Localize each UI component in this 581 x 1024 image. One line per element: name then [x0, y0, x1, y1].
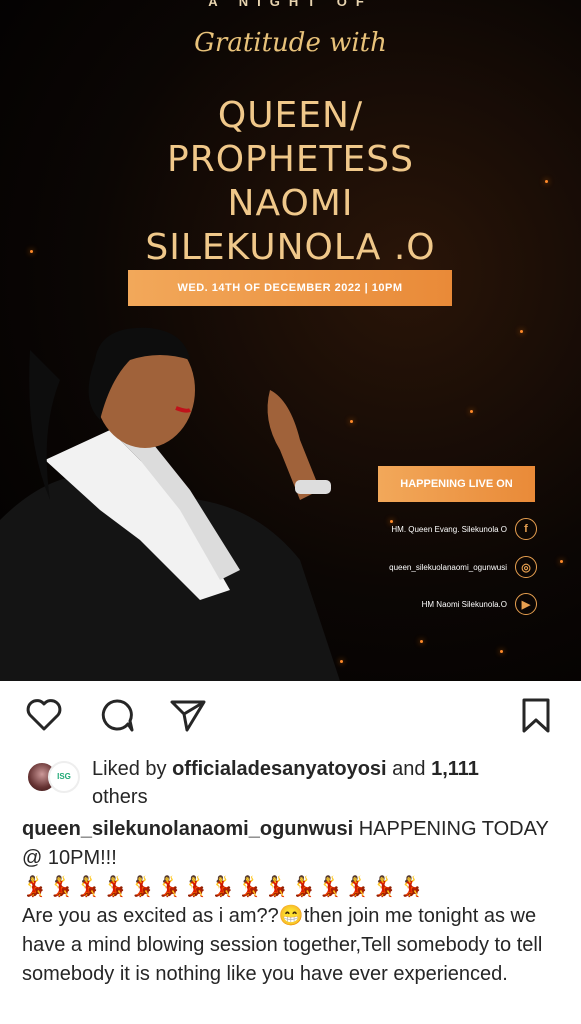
social-row-youtube: HM Naomi Silekunola.O ▶: [422, 593, 537, 615]
poster-name-line: PROPHETESS: [166, 139, 415, 180]
liker-username-link[interactable]: officialadesanyatoyosi: [172, 758, 387, 780]
live-banner: HAPPENING LIVE ON: [378, 466, 535, 502]
caption-body: Are you as excited as i am??😁then join m…: [22, 905, 543, 985]
likes-prefix: Liked by: [92, 758, 173, 780]
youtube-icon: ▶: [515, 593, 537, 615]
poster-script-title: Gratitude with: [194, 28, 387, 58]
caption-emoji-line: 💃💃💃💃💃💃💃💃💃💃💃💃💃💃💃: [22, 876, 426, 898]
poster-name-line: QUEEN/: [217, 95, 364, 136]
likes-count-link[interactable]: 1,111: [431, 758, 479, 780]
caption-username-link[interactable]: queen_silekunolanaomi_ogunwusi: [22, 818, 353, 840]
likes-suffix: others: [92, 786, 148, 808]
instagram-icon: ◎: [515, 556, 537, 578]
poster-name-line: NAOMI: [227, 183, 354, 224]
poster-top-text: A NIGHT OF: [208, 0, 373, 9]
share-icon[interactable]: [168, 695, 208, 735]
post-image[interactable]: A NIGHT OF Gratitude with QUEEN/ PROPHET…: [0, 0, 581, 681]
social-label: HM. Queen Evang. Silekunola O: [391, 524, 507, 534]
social-row-instagram: queen_silekuolanaomi_ogunwusi ◎: [389, 556, 537, 578]
heart-icon[interactable]: [24, 695, 64, 735]
avatar[interactable]: ISG: [48, 761, 80, 793]
woman-figure: [0, 327, 340, 681]
social-row-facebook: HM. Queen Evang. Silekunola O f: [391, 518, 537, 540]
social-label: queen_silekuolanaomi_ogunwusi: [389, 562, 507, 572]
poster-name-block: QUEEN/ PROPHETESS NAOMI SILEKUNOLA .O: [0, 94, 581, 270]
post-actions-bar: [0, 681, 581, 753]
liker-avatars[interactable]: ISG: [22, 761, 82, 793]
facebook-icon: f: [515, 518, 537, 540]
post-caption: queen_silekunolanaomi_ogunwusi HAPPENING…: [22, 815, 552, 989]
date-banner: WED. 14TH OF DECEMBER 2022 | 10PM: [128, 270, 452, 306]
bookmark-icon[interactable]: [516, 695, 556, 735]
likes-text: Liked by officialadesanyatoyosi and 1,11…: [92, 755, 522, 811]
likes-middle: and: [386, 758, 432, 780]
comment-icon[interactable]: [97, 695, 137, 735]
social-label: HM Naomi Silekunola.O: [421, 599, 507, 609]
poster-name-line: SILEKUNOLA .O: [145, 227, 436, 268]
